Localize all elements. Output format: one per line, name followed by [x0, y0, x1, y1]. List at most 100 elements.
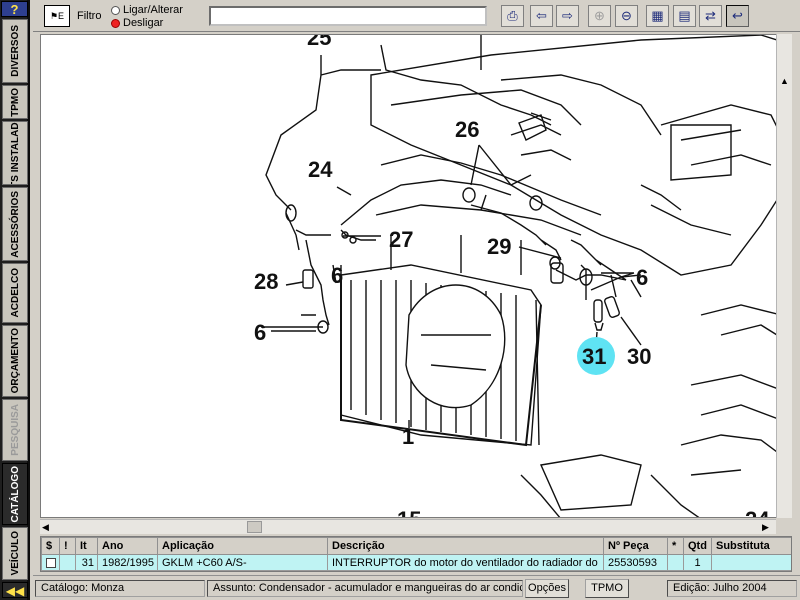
- status-subject: Assunto: Condensador - acumulador e mang…: [207, 580, 523, 597]
- back-button[interactable]: ⇦: [530, 5, 553, 27]
- diagram-vertical-scrollbar[interactable]: ▲: [776, 34, 792, 518]
- callout-1[interactable]: 1: [402, 424, 414, 449]
- column-header-substitute[interactable]: Substituta: [711, 537, 791, 555]
- status-bar: Catálogo: Monza Assunto: Condensador - a…: [33, 575, 800, 600]
- callout-30[interactable]: 30: [627, 344, 651, 369]
- row-flag: [59, 554, 76, 571]
- zoom-in-icon: ⊕: [594, 8, 605, 23]
- exploded-view-drawing: 25 26 24 27 29 6 28 31 30 1 15 24 6 6: [254, 35, 791, 518]
- callout-24-lower[interactable]: 24: [745, 507, 770, 518]
- callout-6[interactable]: 6: [636, 265, 648, 290]
- filter-toggle-option[interactable]: Ligar/Alterar: [111, 4, 183, 16]
- options-button[interactable]: Opções: [525, 579, 569, 598]
- exchange-button[interactable]: ⇄: [699, 5, 722, 27]
- vertical-tab-strip: ? DIVERSOS TPMO KITS INSTALADOS ACESSÓRI…: [0, 0, 30, 600]
- row-checkbox[interactable]: [46, 557, 56, 568]
- forward-button[interactable]: ⇨: [556, 5, 579, 27]
- filter-off-label: Desligar: [123, 17, 164, 29]
- status-catalog: Catálogo: Monza: [35, 580, 205, 597]
- tab-label: PESQUISA: [9, 404, 21, 456]
- callout-25[interactable]: 25: [307, 35, 331, 50]
- filter-toggle-label: Ligar/Alterar: [123, 4, 183, 16]
- tab-pesquisa[interactable]: PESQUISA: [2, 399, 28, 461]
- zoom-out-button[interactable]: ⊖: [615, 5, 638, 27]
- tab-kits-instalados[interactable]: KITS INSTALADOS: [2, 121, 28, 185]
- column-header-quantity[interactable]: Qtd: [683, 537, 712, 555]
- callout-27[interactable]: 27: [389, 227, 413, 252]
- tab-tpmo[interactable]: TPMO: [2, 85, 28, 119]
- print-button[interactable]: ⎙: [501, 5, 524, 27]
- column-header-price[interactable]: $: [41, 537, 60, 555]
- column-header-application[interactable]: Aplicação: [157, 537, 328, 555]
- tab-label: ACDELCO: [9, 268, 21, 318]
- return-icon: ↩: [732, 8, 743, 23]
- callout-24[interactable]: 24: [308, 157, 333, 182]
- column-header-star[interactable]: *: [667, 537, 684, 555]
- table-header-row: $ ! It Ano Aplicação Descrição Nº Peça *…: [41, 537, 791, 555]
- tab-label: CATÁLOGO: [9, 465, 21, 523]
- grid-view-icon: ▦: [651, 8, 664, 23]
- tab-acdelco[interactable]: ACDELCO: [2, 263, 28, 323]
- callout-28[interactable]: 28: [254, 269, 278, 294]
- arrow-left-icon: ⇦: [536, 8, 547, 23]
- tab-label: TPMO: [9, 87, 21, 117]
- calculator-icon: ▤: [678, 8, 691, 23]
- tab-catalogo[interactable]: CATÁLOGO: [2, 463, 28, 525]
- tab-label: KITS INSTALADOS: [9, 121, 21, 185]
- tab-acessorios[interactable]: ACESSÓRIOS: [2, 187, 28, 261]
- callout-29[interactable]: 29: [487, 234, 511, 259]
- printer-icon: ⎙: [507, 8, 518, 23]
- row-item: 31: [75, 554, 98, 571]
- parts-table: $ ! It Ano Aplicação Descrição Nº Peça *…: [40, 536, 792, 572]
- row-year: 1982/1995: [97, 554, 158, 571]
- scroll-right-icon[interactable]: ▶: [762, 520, 769, 534]
- callout-15[interactable]: 15: [397, 507, 421, 518]
- diagram-horizontal-scrollbar[interactable]: ◀ ▶: [40, 519, 776, 534]
- scroll-thumb[interactable]: [247, 521, 262, 533]
- status-edition: Edição: Julho 2004: [667, 580, 797, 597]
- row-application: GKLM +C60 A/S-: [157, 554, 328, 571]
- table-row[interactable]: 31 1982/1995 GKLM +C60 A/S- INTERRUPTOR …: [41, 554, 791, 571]
- column-header-year[interactable]: Ano: [97, 537, 158, 555]
- row-description: INTERRUPTOR do motor do ventilador do ra…: [327, 554, 604, 571]
- collapse-button[interactable]: ◀◀: [2, 582, 28, 598]
- filter-icon[interactable]: ⚑E: [44, 5, 70, 27]
- row-substitute: [711, 554, 791, 571]
- scroll-left-icon[interactable]: ◀: [42, 520, 49, 534]
- radio-icon[interactable]: [111, 5, 120, 15]
- tpmo-button[interactable]: TPMO: [585, 579, 629, 598]
- grid-view-button[interactable]: ▦: [646, 5, 669, 27]
- help-button[interactable]: ?: [1, 1, 28, 17]
- column-header-part-number[interactable]: Nº Peça: [603, 537, 668, 555]
- tab-label: VEÍCULO: [9, 531, 21, 576]
- filter-label: Filtro: [77, 10, 102, 22]
- tab-diversos[interactable]: DIVERSOS: [2, 19, 28, 83]
- tab-label: ORÇAMENTO: [9, 328, 21, 394]
- callout-6-upper: 6: [331, 263, 343, 288]
- exchange-icon: ⇄: [705, 8, 716, 23]
- return-button[interactable]: ↩: [726, 5, 749, 27]
- column-header-item[interactable]: It: [75, 537, 98, 555]
- tab-orcamento[interactable]: ORÇAMENTO: [2, 325, 28, 397]
- tab-label: ACESSÓRIOS: [9, 190, 21, 258]
- parts-diagram[interactable]: 25 26 24 27 29 6 28 31 30 1 15 24 6 6: [40, 34, 792, 518]
- row-part-number: 25530593: [603, 554, 668, 571]
- tab-veiculo[interactable]: VEÍCULO: [2, 527, 28, 580]
- callout-6-left: 6: [254, 320, 266, 345]
- calculator-button[interactable]: ▤: [673, 5, 696, 27]
- scroll-up-icon[interactable]: ▲: [777, 74, 792, 88]
- row-checkbox-cell[interactable]: [41, 554, 60, 571]
- filter-input[interactable]: [209, 6, 487, 26]
- row-star: [667, 554, 684, 571]
- row-quantity: 1: [683, 554, 712, 571]
- arrow-right-icon: ⇨: [562, 8, 573, 23]
- radio-selected-icon[interactable]: [111, 18, 120, 28]
- filter-off-option[interactable]: Desligar: [111, 17, 163, 29]
- callout-31[interactable]: 31: [582, 344, 606, 369]
- tab-label: DIVERSOS: [9, 25, 21, 77]
- toolbar: ⚑E Filtro Ligar/Alterar Desligar ⎙ ⇦ ⇨ ⊕…: [33, 0, 800, 32]
- callout-26[interactable]: 26: [455, 117, 479, 142]
- column-header-description[interactable]: Descrição: [327, 537, 604, 555]
- column-header-alert[interactable]: !: [59, 537, 76, 555]
- zoom-in-button[interactable]: ⊕: [588, 5, 611, 27]
